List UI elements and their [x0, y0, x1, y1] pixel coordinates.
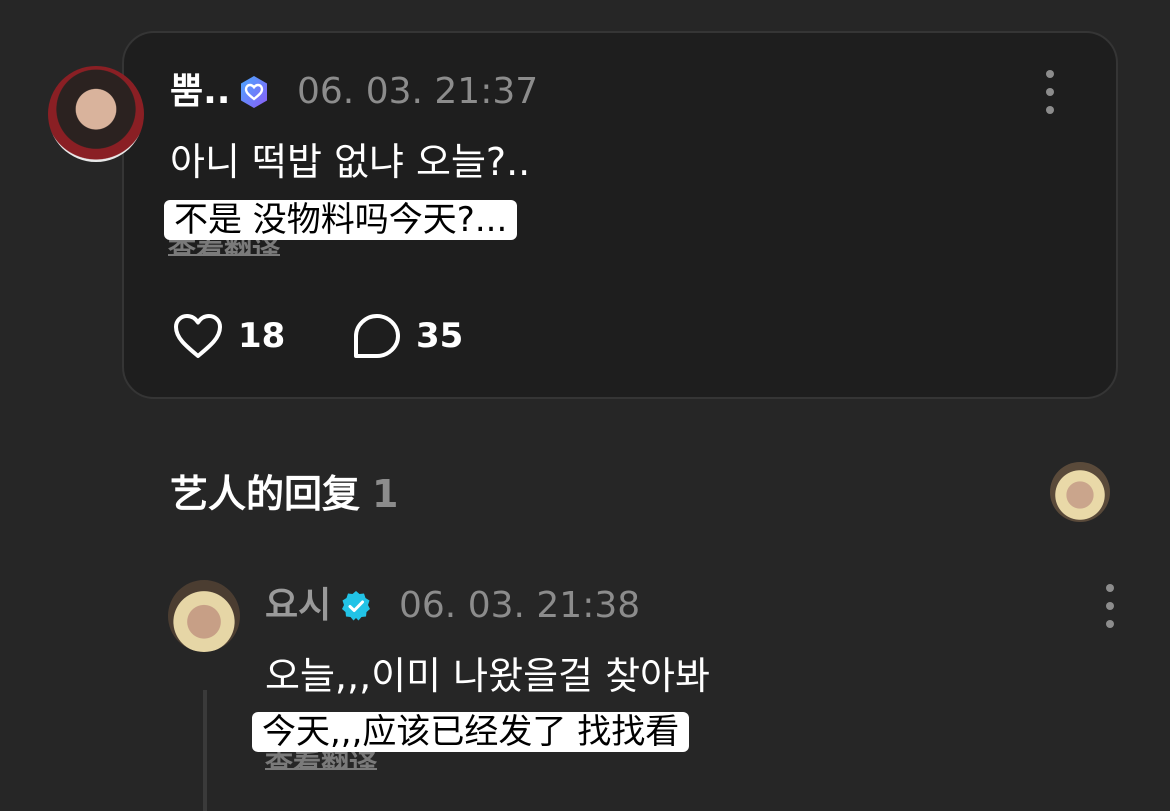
more-options-icon[interactable]: [1040, 70, 1060, 114]
like-button[interactable]: 18: [172, 312, 285, 360]
post-timestamp: 06. 03. 21:37: [297, 71, 539, 112]
artist-avatar[interactable]: [1050, 462, 1110, 522]
verified-badge-icon: [342, 591, 370, 621]
section-title-text: 艺人的回复: [170, 472, 361, 516]
reply-text: 오늘,,,이미 나왔을걸 찾아봐: [265, 654, 710, 698]
post-text: 아니 떡밥 없냐 오늘?..: [170, 140, 531, 184]
comment-count: 35: [416, 316, 464, 356]
avatar[interactable]: [48, 66, 144, 162]
reply-username[interactable]: 요시: [265, 584, 331, 628]
comment-thread-page: 뿜.. 06. 03. 21:37 아니 떡밥 없냐 오늘?.. 查看翻译 不是…: [0, 0, 1170, 811]
like-count: 18: [238, 316, 286, 356]
post-translation: 不是 没物料吗今天?...: [164, 200, 518, 240]
reply-timestamp: 06. 03. 21:38: [399, 585, 641, 626]
reply-count: 1: [372, 472, 399, 516]
comment-button[interactable]: 35: [352, 312, 463, 360]
reply-more-options-icon[interactable]: [1100, 584, 1120, 628]
heart-icon: [174, 314, 222, 358]
reply-see-translation-link[interactable]: 查看翻译: [265, 750, 378, 770]
reply-avatar[interactable]: [168, 580, 240, 652]
comment-bubble-icon: [354, 314, 400, 358]
reply-translation: 今天,,,应该已经发了 找找看: [252, 712, 690, 752]
fan-heart-badge-icon: [241, 76, 267, 108]
post-username[interactable]: 뿜..: [170, 70, 230, 114]
artist-replies-heading: 艺人的回复 1: [170, 470, 398, 518]
thread-line: [203, 690, 207, 811]
